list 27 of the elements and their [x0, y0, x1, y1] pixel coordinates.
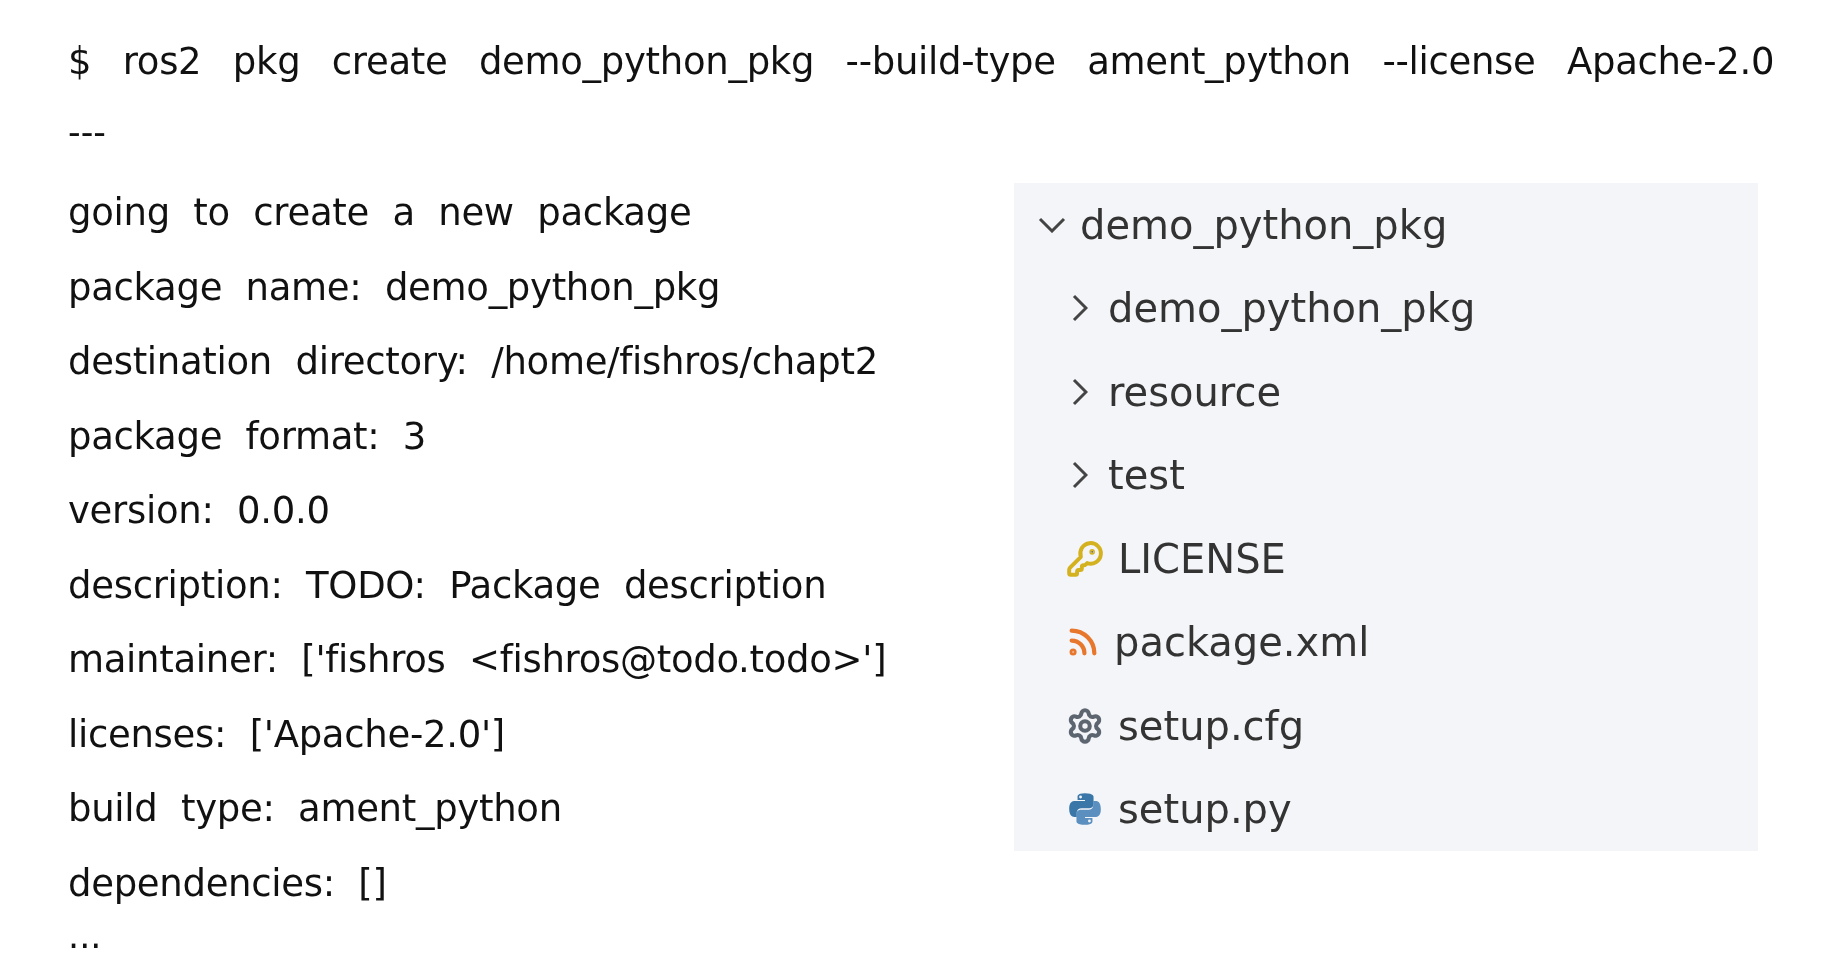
- output-line: build type: ament_python: [68, 786, 563, 833]
- output-line: version: 0.0.0: [68, 488, 331, 535]
- key-icon: [1066, 539, 1104, 578]
- output-line: package name: demo_python_pkg: [68, 264, 722, 311]
- output-line: destination directory: /home/fishros/chapt2: [68, 339, 879, 386]
- tree-item[interactable]: demo_python_pkg: [1038, 266, 1758, 350]
- chevron-right-icon: [1072, 377, 1088, 406]
- output-line: going to create a new package: [68, 190, 693, 237]
- tree-item[interactable]: demo_python_pkg: [1038, 183, 1758, 267]
- output-line: dependencies: []: [68, 860, 388, 907]
- chevron-right-icon: [1072, 461, 1088, 490]
- tree-item[interactable]: setup.py: [1038, 767, 1758, 851]
- separator-text: ---: [68, 111, 107, 154]
- command-line: $ ros2 pkg create demo_python_pkg --build-type ament_python --license Apache-2.0: [68, 39, 1776, 85]
- chevron-right-icon: [1072, 294, 1088, 323]
- chevron-down-icon: [1038, 216, 1066, 233]
- ellipsis-text: ...: [68, 921, 103, 951]
- output-line: licenses: ['Apache-2.0']: [68, 711, 506, 758]
- output-line: maintainer: ['fishros <fishros@todo.todo>']: [68, 637, 888, 684]
- tree-item[interactable]: LICENSE: [1038, 517, 1758, 601]
- output-line: description: TODO: Package description: [68, 562, 828, 609]
- tree-item[interactable]: setup.cfg: [1038, 684, 1758, 768]
- tree-item[interactable]: resource: [1038, 350, 1758, 434]
- tree-item[interactable]: test: [1038, 433, 1758, 517]
- tree-item[interactable]: package.xml: [1038, 600, 1758, 684]
- settings-icon: [1066, 706, 1104, 745]
- output-line: package format: 3: [68, 413, 428, 460]
